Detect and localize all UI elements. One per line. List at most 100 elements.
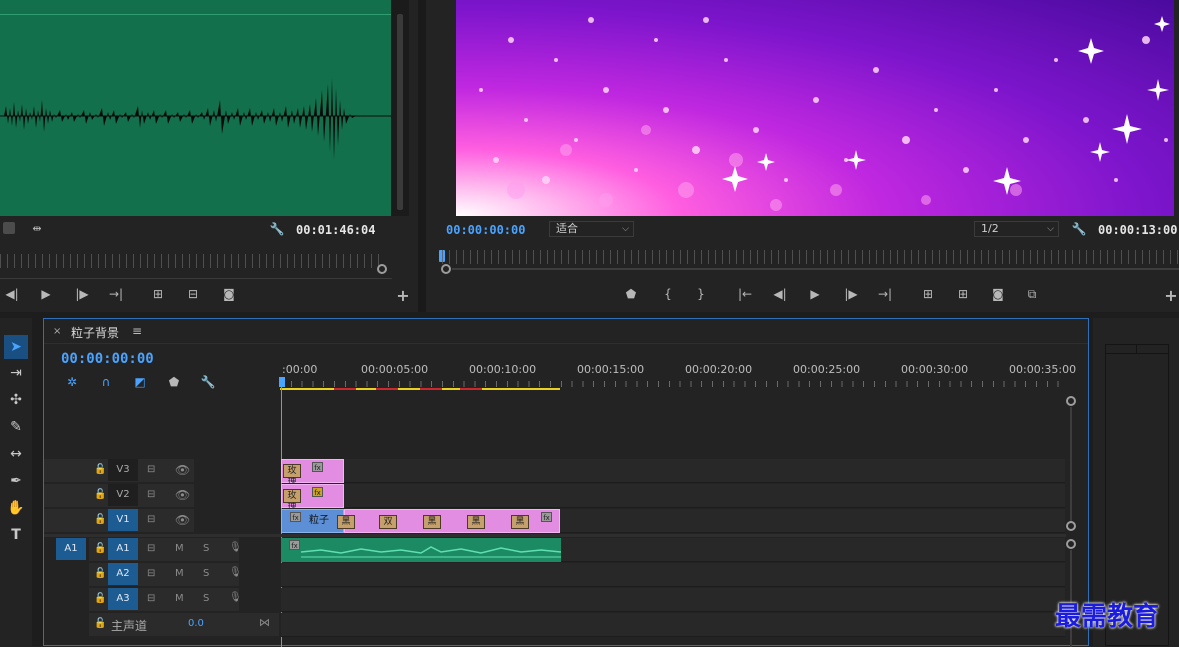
eye-icon[interactable]: 👁 (175, 488, 190, 502)
step-forward-icon[interactable]: |▶ (842, 285, 860, 303)
hand-tool-icon[interactable]: ✋ (4, 496, 28, 520)
mute-button[interactable]: M (175, 568, 184, 579)
add-button-icon[interactable]: + (1162, 287, 1179, 305)
lock-icon[interactable]: 🔓 (94, 514, 106, 525)
add-button-icon[interactable]: + (394, 287, 412, 305)
clip-a1[interactable]: fx (281, 538, 561, 562)
program-current-timecode[interactable]: 00:00:00:00 (446, 223, 525, 237)
program-ruler[interactable] (442, 250, 1179, 264)
add-marker-icon[interactable]: ⬟ (165, 373, 183, 391)
video-audio-divider[interactable] (44, 534, 1066, 537)
lock-icon[interactable]: 🔓 (94, 618, 106, 629)
zoom-bar[interactable] (452, 268, 1179, 270)
close-tab-icon[interactable]: × (53, 326, 61, 337)
timeline-timecode[interactable]: 00:00:00:00 (61, 351, 154, 367)
drag-audio-icon[interactable]: ⇹ (28, 220, 46, 238)
resolution-dropdown[interactable]: 1/2 ⌵ (974, 221, 1059, 237)
lock-icon[interactable]: 🔓 (94, 464, 106, 475)
zoom-handle[interactable] (377, 264, 387, 274)
clip-v1-particles[interactable]: fx 粒子 (281, 509, 344, 533)
source-patch-a1[interactable]: A1 (56, 538, 86, 560)
scroll-thumb[interactable] (397, 14, 403, 210)
go-to-end-icon[interactable]: ⋈ (259, 616, 270, 629)
track-target-a1[interactable]: A1 (108, 538, 138, 560)
overwrite-icon[interactable]: ⊟ (184, 285, 202, 303)
eye-icon[interactable]: 👁 (175, 513, 190, 527)
insert-icon[interactable]: ⊞ (149, 285, 167, 303)
lane-a3[interactable] (281, 588, 1065, 612)
transition-marker[interactable]: 玫瑰 (283, 464, 301, 488)
pen-tool-icon[interactable]: ✒ (4, 469, 28, 493)
mark-out-icon[interactable]: } (692, 285, 710, 303)
video-scroll-handle-top[interactable] (1066, 396, 1076, 406)
sync-lock-icon[interactable]: ⊟ (147, 543, 155, 554)
wrench-icon[interactable]: 🔧 (1070, 220, 1088, 238)
lock-icon[interactable]: 🔓 (94, 593, 106, 604)
transition-marker[interactable]: 黑 (511, 515, 529, 529)
transition-marker[interactable]: 玫瑰 (283, 489, 301, 513)
transition-marker[interactable]: 黑 (337, 515, 355, 529)
mark-in-icon[interactable]: { (659, 285, 677, 303)
audio-scroll-handle-top[interactable] (1066, 539, 1076, 549)
lock-icon[interactable]: 🔓 (94, 568, 106, 579)
mute-button[interactable]: M (175, 543, 184, 554)
clip-settings-icon[interactable] (3, 222, 15, 234)
lock-icon[interactable]: 🔓 (94, 489, 106, 500)
play-icon[interactable]: ▶ (37, 285, 55, 303)
track-target-v3[interactable]: V3 (108, 459, 138, 481)
panel-divider[interactable] (418, 0, 426, 312)
transition-marker[interactable]: 黑 (467, 515, 485, 529)
razor-tool-icon[interactable]: ✎ (4, 415, 28, 439)
wrench-icon[interactable]: 🔧 (268, 220, 286, 238)
ripple-edit-tool-icon[interactable]: ✣ (4, 388, 28, 412)
mic-icon[interactable]: 🎙 (229, 542, 242, 553)
step-forward-icon[interactable]: |▶ (73, 285, 91, 303)
lane-v2[interactable] (281, 484, 1065, 508)
lift-icon[interactable]: ⊞ (919, 285, 937, 303)
go-to-out-icon[interactable]: →| (107, 285, 125, 303)
snap-icon[interactable]: ∩ (97, 373, 115, 391)
fit-dropdown[interactable]: 适合 ⌵ (549, 221, 634, 237)
master-volume[interactable]: 0.0 (188, 618, 204, 629)
video-scrollbar[interactable] (1070, 407, 1072, 521)
track-target-a3[interactable]: A3 (108, 588, 138, 610)
nest-icon[interactable]: ✲ (63, 373, 81, 391)
sync-lock-icon[interactable]: ⊟ (147, 489, 155, 500)
sync-lock-icon[interactable]: ⊟ (147, 568, 155, 579)
source-ruler[interactable] (0, 254, 380, 268)
type-tool-icon[interactable]: T (4, 523, 28, 547)
track-select-tool-icon[interactable]: ⇥ (4, 361, 28, 385)
source-scrollbar[interactable] (391, 0, 409, 216)
eye-icon[interactable]: 👁 (175, 463, 190, 477)
go-to-in-icon[interactable]: |← (736, 285, 754, 303)
sequence-tab[interactable]: 粒子背景 (71, 324, 119, 341)
sync-lock-icon[interactable]: ⊟ (147, 464, 155, 475)
play-icon[interactable]: ▶ (806, 285, 824, 303)
sync-lock-icon[interactable]: ⊟ (147, 514, 155, 525)
playhead-marker[interactable] (279, 377, 285, 387)
solo-button[interactable]: S (203, 593, 209, 604)
mute-button[interactable]: M (175, 593, 184, 604)
mic-icon[interactable]: 🎙 (229, 592, 242, 603)
clip-v3[interactable]: 玫瑰 fx (281, 459, 344, 488)
linked-selection-icon[interactable]: ◩ (131, 373, 149, 391)
marker-icon[interactable]: ⬟ (622, 285, 640, 303)
compare-icon[interactable]: ⧉ (1023, 285, 1041, 303)
lane-master[interactable] (281, 613, 1065, 637)
zoom-handle[interactable] (441, 264, 451, 274)
step-back-icon[interactable]: ◀| (771, 285, 789, 303)
transition-marker[interactable]: 双 (379, 515, 397, 529)
clip-v2[interactable]: 玫瑰 fx (281, 484, 344, 513)
video-scroll-handle-bottom[interactable] (1066, 521, 1076, 531)
sync-lock-icon[interactable]: ⊟ (147, 593, 155, 604)
step-back-icon[interactable]: ◀| (3, 285, 21, 303)
clip-v1-sequence[interactable]: 黑 双 黑 黑 黑 fx (337, 509, 560, 533)
wrench-icon[interactable]: 🔧 (199, 373, 217, 391)
camera-icon[interactable]: ◙ (220, 285, 238, 303)
timeline-ruler[interactable]: :00:00 00:00:05:00 00:00:10:00 00:00:15:… (280, 359, 1076, 390)
track-target-v1[interactable]: V1 (108, 509, 138, 531)
lock-icon[interactable]: 🔓 (94, 543, 106, 554)
solo-button[interactable]: S (203, 543, 209, 554)
panel-menu-icon[interactable]: ≡ (132, 324, 142, 338)
slip-tool-icon[interactable]: ↔ (4, 442, 28, 466)
